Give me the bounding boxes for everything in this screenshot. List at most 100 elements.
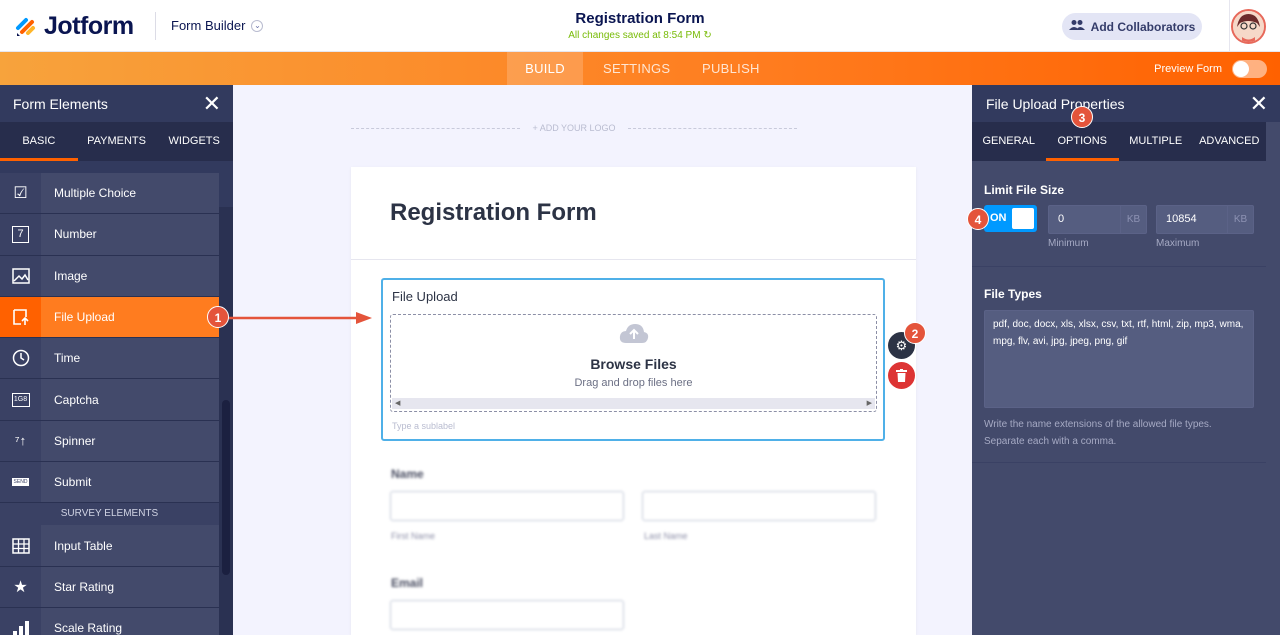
max-size-value: 10854 bbox=[1166, 213, 1197, 225]
tab-general[interactable]: GENERAL bbox=[972, 122, 1046, 161]
element-number[interactable]: 7 Number bbox=[0, 214, 219, 256]
star-icon: ★ bbox=[0, 566, 41, 607]
panel-scrollbar[interactable] bbox=[219, 207, 233, 635]
limit-file-size-toggle[interactable]: ON bbox=[984, 205, 1037, 232]
cloud-upload-icon bbox=[619, 323, 649, 345]
element-label: Captcha bbox=[54, 392, 99, 407]
max-size-unit: KB bbox=[1227, 206, 1253, 233]
add-logo-label: + ADD YOUR LOGO bbox=[532, 123, 616, 133]
top-bar: Jotform Form Builder ⌄ Registration Form… bbox=[0, 0, 1280, 52]
element-label: File Upload bbox=[54, 310, 115, 325]
submit-icon: SEND bbox=[0, 462, 41, 503]
first-name-input[interactable] bbox=[390, 491, 624, 521]
add-logo-area[interactable]: + ADD YOUR LOGO bbox=[351, 123, 798, 133]
tab-publish[interactable]: PUBLISH bbox=[702, 52, 760, 85]
tab-advanced[interactable]: ADVANCED bbox=[1193, 122, 1267, 161]
save-status-text: All changes saved at 8:54 PM bbox=[568, 30, 701, 41]
image-icon bbox=[0, 255, 41, 296]
element-label: Number bbox=[54, 227, 97, 242]
spinner-icon: ⁷↑ bbox=[0, 420, 41, 462]
min-size-unit: KB bbox=[1120, 206, 1146, 233]
element-list: ☑ Multiple Choice 7 Number Image File Up… bbox=[0, 173, 219, 635]
email-input[interactable] bbox=[390, 600, 624, 630]
last-name-input[interactable] bbox=[642, 491, 876, 521]
element-multiple-choice[interactable]: ☑ Multiple Choice bbox=[0, 173, 219, 215]
tab-payments[interactable]: PAYMENTS bbox=[78, 122, 156, 161]
element-label: Input Table bbox=[54, 538, 113, 553]
min-size-input[interactable]: 0 KB bbox=[1048, 205, 1147, 234]
sublabel-placeholder[interactable]: Type a sublabel bbox=[392, 421, 455, 431]
form-canvas: + ADD YOUR LOGO Registration Form File U… bbox=[233, 85, 972, 635]
builder-nav: BUILD SETTINGS PUBLISH Preview Form bbox=[0, 52, 1280, 85]
element-label: Time bbox=[54, 351, 81, 366]
avatar-divider bbox=[1229, 0, 1230, 52]
toggle-knob bbox=[1012, 208, 1034, 229]
element-label: Multiple Choice bbox=[54, 186, 137, 201]
email-label: Email bbox=[391, 576, 424, 590]
form-elements-panel: Form Elements ✕ BASIC PAYMENTS WIDGETS ☑… bbox=[0, 85, 233, 635]
tab-build[interactable]: BUILD bbox=[507, 52, 583, 85]
tab-widgets[interactable]: WIDGETS bbox=[155, 122, 233, 161]
file-upload-label[interactable]: File Upload bbox=[392, 289, 458, 304]
browse-files-button[interactable]: Browse Files bbox=[391, 356, 876, 372]
element-spinner[interactable]: ⁷↑ Spinner bbox=[0, 420, 219, 463]
close-icon[interactable]: ✕ bbox=[1250, 92, 1268, 115]
element-star-rating[interactable]: ★ Star Rating bbox=[0, 566, 219, 608]
element-scale-rating[interactable]: Scale Rating bbox=[0, 607, 219, 635]
survey-elements-section: SURVEY ELEMENTS bbox=[0, 503, 219, 526]
drop-zone[interactable]: Browse Files Drag and drop files here ◀ … bbox=[390, 314, 877, 412]
preview-form-label: Preview Form bbox=[1154, 63, 1222, 75]
callout-badge-3: 3 bbox=[1071, 106, 1093, 128]
element-captcha[interactable]: 1G8 Captcha bbox=[0, 379, 219, 421]
form-elements-title: Form Elements bbox=[13, 95, 108, 112]
dashed-line bbox=[627, 127, 798, 129]
last-name-sublabel: Last Name bbox=[644, 531, 688, 541]
element-tabs: BASIC PAYMENTS WIDGETS bbox=[0, 122, 233, 161]
properties-title: File Upload Properties bbox=[986, 95, 1125, 112]
max-caption: Maximum bbox=[1156, 238, 1200, 249]
scroll-left-icon[interactable]: ◀ bbox=[395, 398, 400, 409]
number-icon: 7 bbox=[0, 214, 41, 255]
close-icon[interactable]: ✕ bbox=[203, 92, 221, 115]
scroll-right-icon[interactable]: ▶ bbox=[867, 398, 872, 409]
element-file-upload[interactable]: File Upload bbox=[0, 296, 219, 339]
file-types-help: Write the name extensions of the allowed… bbox=[984, 419, 1212, 447]
avatar[interactable] bbox=[1231, 9, 1266, 44]
properties-panel: File Upload Properties ✕ GENERAL OPTIONS… bbox=[972, 85, 1280, 635]
tab-multiple[interactable]: MULTIPLE bbox=[1119, 122, 1193, 161]
tab-settings[interactable]: SETTINGS bbox=[603, 52, 670, 85]
element-submit[interactable]: SEND Submit bbox=[0, 462, 219, 504]
callout-arrow bbox=[220, 312, 372, 324]
file-upload-field[interactable]: File Upload Browse Files Drag and drop f… bbox=[381, 278, 885, 441]
element-image[interactable]: Image bbox=[0, 255, 219, 297]
scrollbar-thumb[interactable] bbox=[222, 400, 230, 575]
section-divider bbox=[972, 266, 1266, 267]
file-types-heading: File Types bbox=[984, 287, 1042, 301]
add-collaborators-label: Add Collaborators bbox=[1090, 19, 1196, 34]
bar-chart-icon bbox=[0, 607, 41, 635]
form-heading[interactable]: Registration Form bbox=[390, 199, 597, 227]
file-types-textarea[interactable]: pdf, doc, docx, xls, xlsx, csv, txt, rtf… bbox=[984, 310, 1254, 408]
add-collaborators-button[interactable]: Add Collaborators bbox=[1062, 13, 1202, 40]
drag-drop-text: Drag and drop files here bbox=[574, 377, 693, 389]
tab-basic[interactable]: BASIC bbox=[0, 122, 78, 161]
element-input-table[interactable]: Input Table bbox=[0, 525, 219, 567]
trash-icon[interactable] bbox=[888, 362, 915, 389]
properties-header: File Upload Properties ✕ bbox=[972, 85, 1280, 122]
element-label: Star Rating bbox=[54, 579, 115, 594]
element-time[interactable]: Time bbox=[0, 338, 219, 380]
min-caption: Minimum bbox=[1048, 238, 1089, 249]
table-icon bbox=[0, 525, 41, 566]
max-size-input[interactable]: 10854 KB bbox=[1156, 205, 1254, 234]
captcha-icon: 1G8 bbox=[0, 379, 41, 420]
toggle-knob bbox=[1233, 61, 1249, 77]
horizontal-scrollbar[interactable]: ◀ ▶ bbox=[392, 398, 875, 409]
preview-form-toggle[interactable] bbox=[1232, 60, 1267, 78]
users-icon bbox=[1068, 19, 1085, 34]
name-label: Name bbox=[391, 467, 424, 481]
element-label: Spinner bbox=[54, 433, 96, 448]
first-name-sublabel: First Name bbox=[391, 531, 436, 541]
checkbox-icon: ☑ bbox=[0, 173, 41, 214]
element-label: Image bbox=[54, 268, 88, 283]
form-card: Registration Form File Upload Browse Fil… bbox=[351, 167, 916, 635]
